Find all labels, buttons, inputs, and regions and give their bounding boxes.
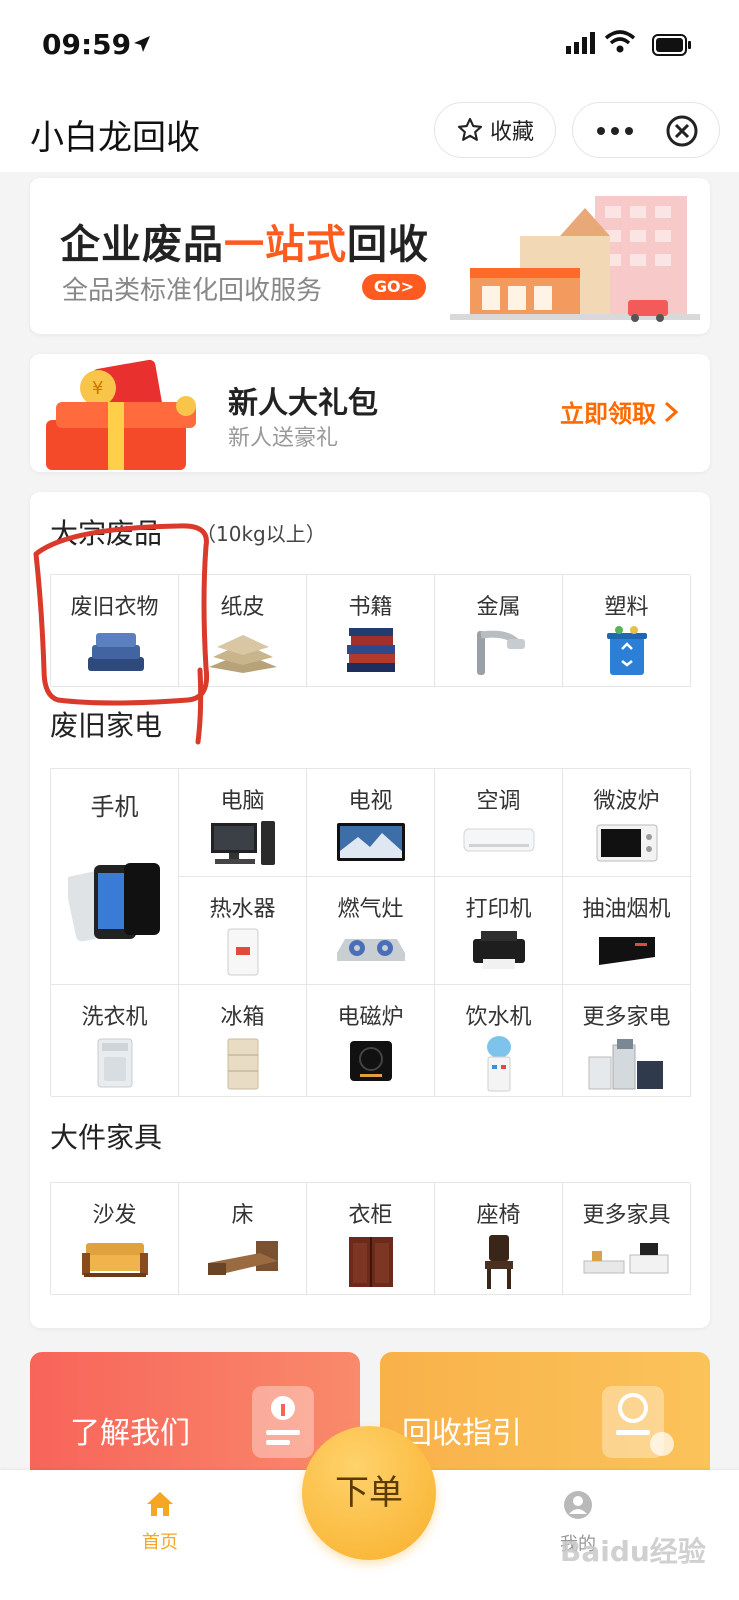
category-old-clothes[interactable]: 废旧衣物	[51, 575, 179, 687]
category-fridge[interactable]: 冰箱	[179, 985, 307, 1097]
category-induction-cooker[interactable]: 电磁炉	[307, 985, 435, 1097]
gift-title: 新人大礼包	[228, 386, 378, 421]
sofa-icon	[81, 1243, 148, 1277]
more-furniture-icon	[583, 1243, 668, 1274]
new-user-gift-card[interactable]: ¥ 新人大礼包 新人送豪礼 立即领取	[30, 354, 710, 472]
category-more-appliances[interactable]: 更多家电	[563, 985, 691, 1097]
wifi-icon	[604, 30, 636, 53]
category-cardboard[interactable]: 纸皮	[179, 575, 307, 687]
more-dots-icon[interactable]	[595, 117, 635, 145]
go-button[interactable]: GO>	[362, 274, 426, 300]
furniture-title: 大件家具	[50, 1121, 163, 1154]
category-water-dispenser[interactable]: 饮水机	[435, 985, 563, 1097]
svg-text:¥: ¥	[92, 378, 103, 399]
category-computer[interactable]: 电脑	[179, 769, 307, 877]
category-air-conditioner[interactable]: 空调	[435, 769, 563, 877]
category-printer[interactable]: 打印机	[435, 877, 563, 985]
induction-cooker-icon	[349, 1041, 392, 1081]
home-icon	[147, 1492, 173, 1516]
app-title: 小白龙回收	[30, 118, 200, 158]
miniprogram-capsule	[572, 102, 720, 158]
tab-home-label: 首页	[142, 1532, 178, 1553]
claim-now-link[interactable]: 立即领取	[560, 394, 678, 429]
status-time: 09:59	[42, 28, 132, 61]
computer-icon	[210, 821, 275, 865]
appliances-grid: 手机 电脑 电视 空调 微波炉 热水器 燃气灶 打印机 抽油烟机 洗衣机 冰箱 …	[50, 768, 691, 1097]
star-icon	[457, 117, 483, 141]
enterprise-recycling-banner[interactable]: 企业废品一站式回收 全品类标准化回收服务 GO>	[30, 178, 710, 334]
category-water-heater[interactable]: 热水器	[179, 877, 307, 985]
printer-icon	[472, 931, 525, 969]
category-washing-machine[interactable]: 洗衣机	[51, 985, 179, 1097]
bulk-waste-note: （10kg以上）	[196, 522, 326, 546]
storefront-illustration-icon	[450, 196, 700, 322]
cellular-signal-icon	[566, 32, 595, 54]
category-books[interactable]: 书籍	[307, 575, 435, 687]
category-gas-stove[interactable]: 燃气灶	[307, 877, 435, 985]
red-envelope-gift-icon: ¥	[46, 359, 196, 470]
bed-icon	[207, 1241, 278, 1275]
wardrobe-icon	[348, 1237, 393, 1287]
books-icon	[346, 628, 395, 672]
category-more-furniture[interactable]: 更多家具	[563, 1183, 691, 1295]
user-icon	[564, 1491, 592, 1519]
clothes-pile-icon	[87, 633, 144, 671]
banner-title: 企业废品一站式回收	[60, 222, 429, 268]
location-arrow-icon	[134, 36, 150, 52]
category-chair[interactable]: 座椅	[435, 1183, 563, 1295]
water-dispenser-icon	[486, 1036, 511, 1092]
order-button[interactable]: 下单	[302, 1426, 436, 1560]
category-tv[interactable]: 电视	[307, 769, 435, 877]
category-phones[interactable]: 手机	[51, 769, 179, 985]
range-hood-icon	[598, 937, 655, 965]
recycle-guide-icon	[602, 1386, 674, 1458]
about-us-label: 了解我们	[70, 1416, 190, 1451]
gift-subtitle: 新人送豪礼	[228, 426, 339, 451]
favorite-button[interactable]: 收藏	[434, 102, 556, 158]
status-bar: 09:59	[0, 0, 739, 90]
microwave-icon	[596, 824, 657, 862]
air-conditioner-icon	[463, 828, 534, 852]
metal-faucet-icon	[476, 630, 525, 675]
fridge-icon	[227, 1038, 258, 1090]
category-range-hood[interactable]: 抽油烟机	[563, 877, 691, 985]
cardboard-icon	[208, 635, 277, 673]
category-plastic[interactable]: 塑料	[563, 575, 691, 687]
gas-stove-icon	[336, 939, 405, 961]
bulk-waste-grid: 废旧衣物 纸皮 书籍 金属 塑料	[50, 574, 691, 687]
tv-icon	[336, 823, 405, 861]
baidu-watermark: Baidu经验	[560, 1535, 706, 1568]
battery-icon	[652, 34, 691, 56]
category-metal[interactable]: 金属	[435, 575, 563, 687]
close-circle-icon[interactable]	[665, 114, 699, 148]
nav-bar: 小白龙回收 收藏	[0, 90, 739, 172]
more-appliances-icon	[588, 1039, 663, 1090]
washing-machine-icon	[97, 1038, 132, 1088]
water-heater-icon	[227, 928, 258, 976]
favorite-label: 收藏	[489, 120, 534, 145]
category-microwave[interactable]: 微波炉	[563, 769, 691, 877]
furniture-grid: 沙发 床 衣柜 座椅 更多家具	[50, 1182, 691, 1295]
banner-subtitle: 全品类标准化回收服务	[62, 276, 323, 306]
category-wardrobe[interactable]: 衣柜	[307, 1183, 435, 1295]
recycling-categories-card: 大宗废品 （10kg以上） 废旧衣物 纸皮 书籍 金属 塑料 废旧家电 手机 电…	[30, 492, 710, 1328]
category-sofa[interactable]: 沙发	[51, 1183, 179, 1295]
info-document-icon	[252, 1386, 314, 1458]
bulk-waste-title: 大宗废品	[50, 517, 163, 550]
chair-icon	[484, 1235, 513, 1289]
tab-home[interactable]: 首页	[100, 1490, 220, 1554]
phones-icon	[67, 863, 160, 942]
chevron-right-icon	[664, 401, 678, 422]
recycling-guide-label: 回收指引	[402, 1416, 522, 1451]
appliances-title: 废旧家电	[50, 709, 163, 742]
claim-now-label: 立即领取	[560, 400, 656, 428]
category-bed[interactable]: 床	[179, 1183, 307, 1295]
recycle-bin-icon	[606, 626, 647, 675]
